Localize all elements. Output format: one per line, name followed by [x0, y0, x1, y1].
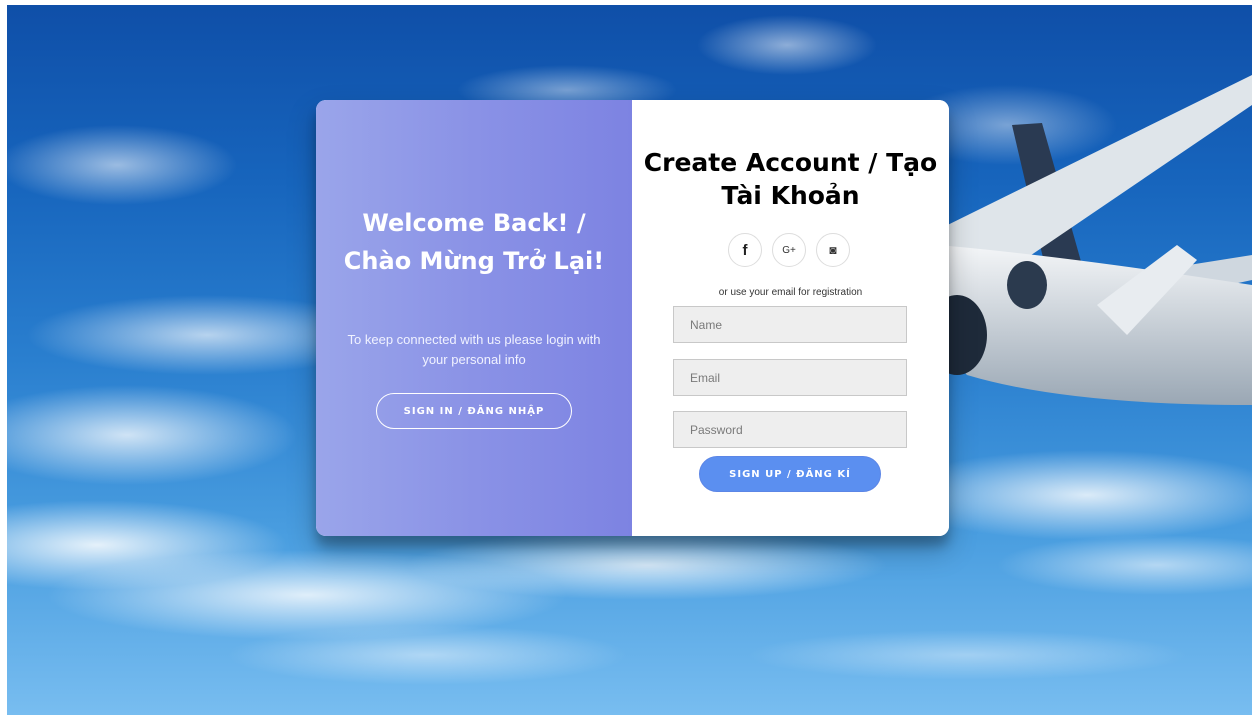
social-buttons: f G+ ◙	[728, 233, 858, 267]
welcome-title: Welcome Back! / Chào Mừng Trở Lại!	[343, 209, 605, 275]
page: Welcome Back! / Chào Mừng Trở Lại! To ke…	[0, 0, 1252, 715]
password-input[interactable]	[673, 411, 907, 448]
email-input[interactable]	[673, 359, 907, 396]
sign-in-button[interactable]: SIGN IN / ĐĂNG NHẬP	[376, 393, 572, 429]
welcome-text: To keep connected with us please login w…	[347, 332, 601, 367]
sign-up-button[interactable]: SIGN UP / ĐĂNG KÍ	[699, 456, 881, 492]
create-account-form: Create Account / Tạo Tài Khoản f G+ ◙ or…	[632, 100, 949, 536]
registration-hint: or use your email for registration	[718, 287, 863, 298]
form-title: Create Account / Tạo Tài Khoản	[643, 148, 938, 210]
google-plus-icon[interactable]: G+	[772, 233, 806, 267]
auth-card: Welcome Back! / Chào Mừng Trở Lại! To ke…	[316, 100, 949, 536]
welcome-panel: Welcome Back! / Chào Mừng Trở Lại! To ke…	[316, 100, 632, 536]
facebook-icon[interactable]: f	[728, 233, 762, 267]
whatsapp-icon[interactable]: ◙	[816, 233, 850, 267]
name-input[interactable]	[673, 306, 907, 343]
